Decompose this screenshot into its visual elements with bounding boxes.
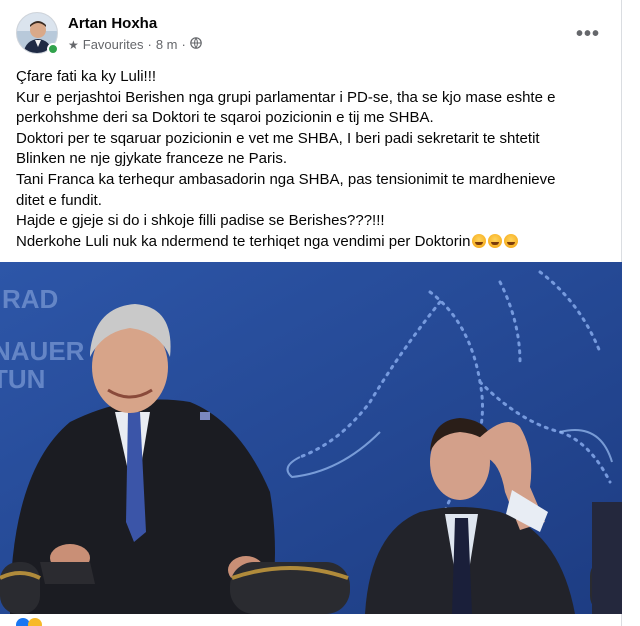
post-text-line: Hajde e gjeje si do i shkoje filli padis… — [16, 212, 385, 230]
post-text-line: Nderkohe Luli nuk ka ndermend te terhiqe… — [16, 232, 471, 250]
online-status-indicator — [47, 43, 59, 55]
meta-separator: · — [147, 37, 152, 52]
author-name[interactable]: Artan Hoxha — [68, 15, 157, 32]
meta-separator-2: · — [181, 37, 186, 52]
laughing-emoji-icon — [488, 233, 503, 248]
post-text: Çfare fati ka ky Luli!!! Kur e perjashto… — [16, 67, 611, 252]
backdrop-text: NAUER — [0, 336, 85, 366]
globe-icon[interactable] — [190, 37, 202, 52]
post-text-line: Doktori per te sqaruar pozicionin e vet … — [16, 129, 540, 147]
laughing-emoji-icon — [472, 233, 487, 248]
post-text-line: Tani Franca ka terhequr ambasadorin nga … — [16, 170, 556, 188]
post-text-line: Çfare fati ka ky Luli!!! — [16, 68, 157, 85]
reactions-row[interactable] — [16, 618, 56, 626]
post-text-line: Blinken ne nje gjykate franceze ne Paris… — [16, 150, 287, 168]
post-text-line: perkohshme deri sa Doktori te sqaroi poz… — [16, 109, 434, 127]
star-icon: ★ — [68, 37, 79, 52]
laughing-emoji-icon — [504, 233, 519, 248]
audience-label[interactable]: Favourites — [83, 37, 144, 52]
post-photo[interactable]: RAD NAUER TUN — [0, 262, 622, 614]
post-meta: ★ Favourites · 8 m · — [68, 37, 202, 52]
post-text-last-line: Nderkohe Luli nuk ka ndermend te terhiqe… — [16, 232, 611, 253]
post-timestamp[interactable]: 8 m — [156, 37, 178, 52]
more-options-icon[interactable]: ••• — [570, 16, 606, 52]
backdrop-text: RAD — [2, 284, 58, 314]
haha-reaction-icon — [28, 618, 42, 626]
post-card: Artan Hoxha ★ Favourites · 8 m · ••• Çfa… — [0, 0, 622, 626]
backdrop-text: TUN — [0, 364, 45, 394]
post-text-line: ditet e fundit. — [16, 191, 102, 209]
post-header: Artan Hoxha ★ Favourites · 8 m · ••• — [16, 12, 606, 58]
post-text-line: Kur e perjashtoi Berishen nga grupi parl… — [16, 88, 556, 106]
